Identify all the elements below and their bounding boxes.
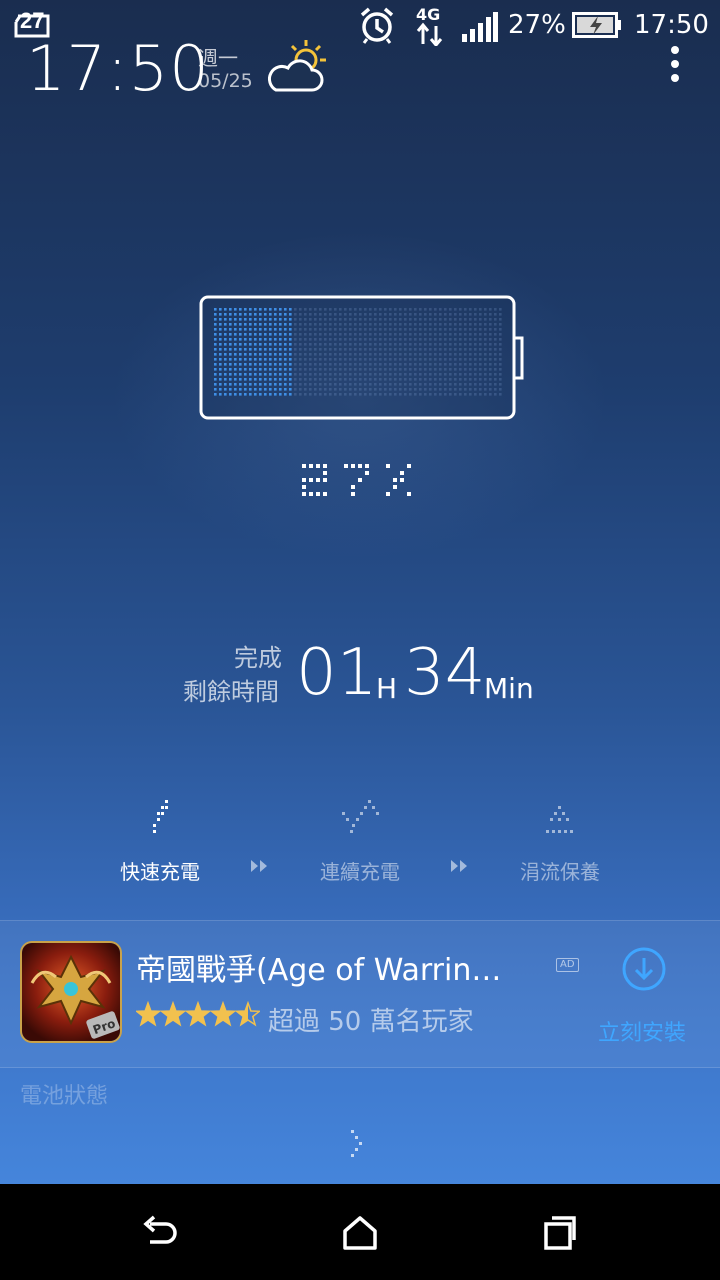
navigation-bar <box>0 1184 720 1280</box>
stage-arrow-icon <box>251 860 267 872</box>
stage-continuous-charge: 連續充電 <box>290 798 430 885</box>
back-icon[interactable] <box>140 1214 180 1252</box>
weekday: 週一 <box>198 46 238 70</box>
overflow-menu-icon[interactable] <box>664 44 686 88</box>
battery-status-section[interactable]: 電池狀態 <box>20 1078 108 1110</box>
battery-charging-icon <box>572 12 621 38</box>
svg-text:4G: 4G <box>416 5 440 24</box>
fast-charge-icon <box>153 800 168 833</box>
4g-data-icon: 4G <box>416 5 443 46</box>
hours-unit: H <box>376 672 398 705</box>
status-battery-percent: 27% <box>508 10 566 40</box>
stage-label: 連續充電 <box>320 860 400 884</box>
game-app-icon[interactable]: Pro <box>20 941 122 1043</box>
recent-apps-icon[interactable] <box>540 1214 580 1252</box>
battery-gauge <box>199 295 524 420</box>
stage-fast-charge: 快速充電 <box>90 798 230 885</box>
ad-installs: 超過 50 萬名玩家 <box>268 1007 474 1037</box>
remaining-hours: 01 <box>296 636 378 710</box>
charging-screen: 27 4G 27% 17:50 17:50 週一 05/25 完成 剩餘時間 0… <box>0 0 720 1280</box>
completion-label: 完成 <box>234 644 282 672</box>
minutes-unit: Min <box>484 672 534 705</box>
remaining-time-label: 剩餘時間 <box>183 678 279 706</box>
battery-percent-display <box>302 464 411 496</box>
trickle-charge-icon <box>546 806 573 833</box>
stage-trickle-charge: 涓流保養 <box>490 798 630 885</box>
ad-badge: AD <box>556 958 579 972</box>
partly-sunny-icon <box>267 40 326 92</box>
notification-count: 27 <box>20 8 45 33</box>
clock: 17:50 <box>26 32 210 105</box>
continuous-charge-icon <box>342 800 379 833</box>
scroll-hint-icon[interactable] <box>346 1128 366 1158</box>
install-button[interactable]: 立刻安裝 <box>598 1015 686 1047</box>
date: 05/25 <box>198 70 253 92</box>
stage-label: 涓流保養 <box>520 860 600 884</box>
ad-card[interactable]: Pro 帝國戰爭(Age of Warrin… AD 超過 50 萬名玩家 立刻… <box>0 920 720 1068</box>
home-icon[interactable] <box>340 1214 380 1252</box>
alarm-icon <box>360 7 394 44</box>
download-icon[interactable] <box>620 945 668 993</box>
stage-label: 快速充電 <box>120 860 200 884</box>
rating-stars <box>136 1001 260 1027</box>
stage-arrow-icon <box>451 860 467 872</box>
status-time: 17:50 <box>634 10 709 40</box>
remaining-minutes: 34 <box>404 636 486 710</box>
signal-icon <box>462 12 498 42</box>
ad-title[interactable]: 帝國戰爭(Age of Warrin… <box>136 945 546 989</box>
